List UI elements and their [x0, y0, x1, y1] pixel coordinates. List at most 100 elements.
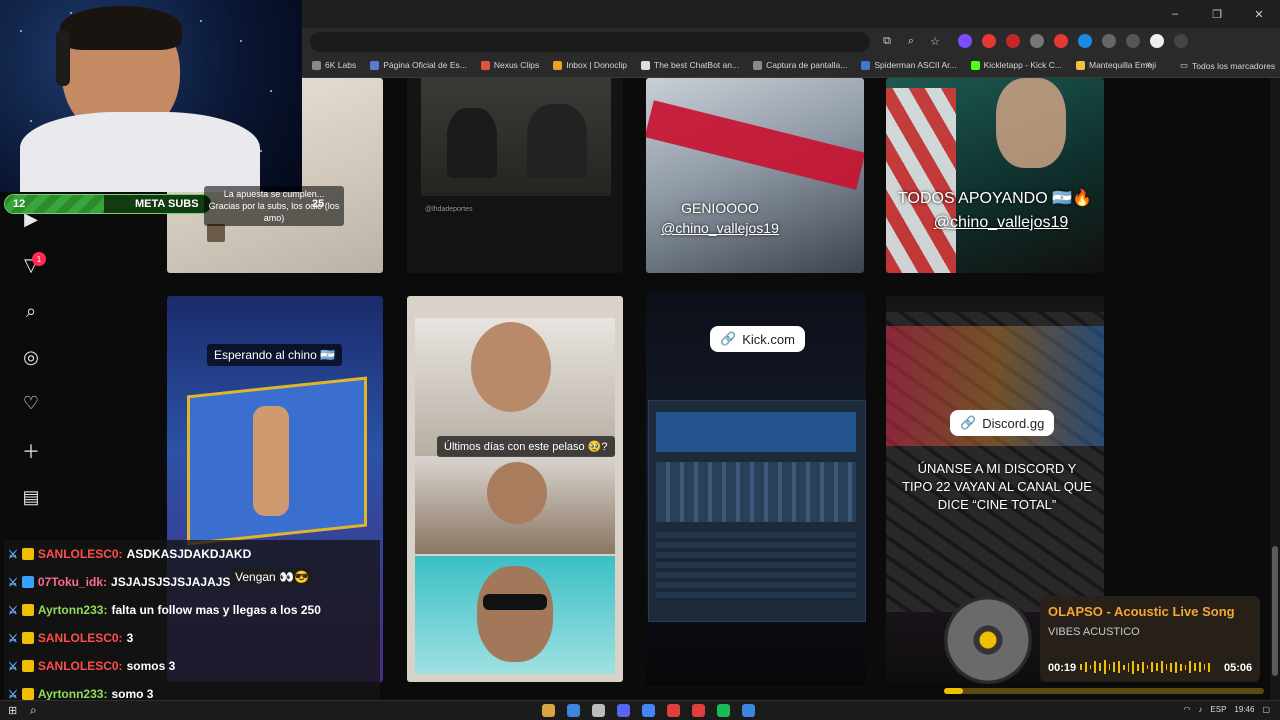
search-nav-icon[interactable]: ⌕: [20, 300, 42, 322]
chat-message: ⚔ SANLOLESC0: 3: [4, 624, 380, 652]
extension-icon[interactable]: [1150, 34, 1164, 48]
video-tile[interactable]: @lhdadeportes: [407, 78, 623, 273]
extension-icon[interactable]: [982, 34, 996, 48]
extension-icon[interactable]: [1078, 34, 1092, 48]
video-tile[interactable]: TODOS APOYANDO 🇦🇷🔥 @chino_vallejos19: [886, 78, 1104, 273]
bookmark-favicon-icon: [970, 60, 980, 70]
extension-icon[interactable]: [958, 34, 972, 48]
video-tile[interactable]: 🔗 Kick.com: [646, 292, 866, 686]
address-field[interactable]: [310, 32, 870, 52]
video-tile[interactable]: Últimos días con este pelaso 🥹?: [407, 296, 623, 682]
sword-badge-icon: ⚔: [8, 688, 18, 701]
headset-icon: [56, 30, 70, 86]
chat-side-text: Vengan 👀😎: [230, 568, 314, 586]
music-widget: OLAPSO - Acoustic Live Song VIBES ACUSTI…: [944, 592, 1264, 696]
windows-start-icon[interactable]: ⊞: [8, 704, 17, 717]
taskbar-app-icon[interactable]: [667, 704, 680, 717]
bookmark-item[interactable]: Página Oficial de Es...: [370, 60, 467, 70]
taskbar-app-icon[interactable]: [642, 704, 655, 717]
bookmark-favicon-icon: [312, 60, 321, 70]
taskbar-app-icon[interactable]: [692, 704, 705, 717]
taskbar-app-icon[interactable]: [567, 704, 580, 717]
extension-icon[interactable]: [1030, 34, 1044, 48]
likes-nav-icon[interactable]: ♡: [20, 392, 42, 414]
chat-username[interactable]: SANLOLESC0:: [38, 631, 123, 645]
language-indicator[interactable]: ESP: [1210, 705, 1226, 714]
taskbar-app-icon[interactable]: [542, 704, 555, 717]
chat-text: 3: [126, 631, 134, 645]
wifi-icon[interactable]: ◠: [1183, 705, 1190, 714]
song-progress-fill: [944, 688, 964, 694]
restore-button[interactable]: ❐: [1196, 0, 1238, 28]
video-caption: Esperando al chino 🇦🇷: [207, 344, 343, 366]
chat-text: somos 3: [126, 659, 176, 673]
bookmark-item[interactable]: The best ChatBot an...: [641, 60, 739, 70]
bookmark-item[interactable]: Nexus Clips: [480, 60, 540, 70]
bookmark-item[interactable]: Kickletapp - Kick C...: [970, 60, 1062, 70]
link-icon: 🔗: [960, 415, 977, 430]
song-elapsed: 00:19: [1048, 662, 1077, 674]
extension-icon[interactable]: [1006, 34, 1020, 48]
close-button[interactable]: ✕: [1238, 0, 1280, 28]
video-caption: Últimos días con este pelaso 🥹?: [437, 436, 615, 457]
song-progress: [944, 688, 1264, 694]
bookmark-label: Nexus Clips: [493, 60, 540, 70]
analytics-nav-icon[interactable]: ▤: [20, 486, 42, 508]
bookmark-star-icon[interactable]: ☆: [928, 34, 942, 48]
taskbar-app-icon[interactable]: [742, 704, 755, 717]
zoom-icon[interactable]: ⌕: [904, 34, 918, 48]
music-card: OLAPSO - Acoustic Live Song VIBES ACUSTI…: [1040, 596, 1260, 682]
sword-badge-icon: ⚔: [8, 548, 18, 561]
bookmark-label: The best ChatBot an...: [654, 60, 740, 70]
extension-icon[interactable]: [1102, 34, 1116, 48]
sword-badge-icon: ⚔: [8, 632, 18, 645]
bookmark-favicon-icon: [370, 60, 380, 70]
explore-nav-icon[interactable]: ◎: [20, 346, 42, 368]
bookmark-favicon-icon: [1076, 60, 1085, 70]
sword-badge-icon: ⚔: [8, 604, 18, 617]
clock[interactable]: 19:46: [1234, 705, 1254, 714]
chat-message: ⚔ SANLOLESC0: somos 3: [4, 652, 380, 680]
video-credit: @lhdadeportes: [425, 206, 473, 213]
add-nav-icon[interactable]: ＋: [20, 440, 42, 462]
taskbar-search-icon[interactable]: ⌕: [30, 703, 37, 718]
all-bookmarks-button[interactable]: ▭ Todos los marcadores: [1180, 60, 1275, 71]
chat-username[interactable]: SANLOLESC0:: [38, 547, 123, 561]
video-tile[interactable]: GENIOOOO @chino_vallejos19: [646, 78, 864, 273]
bookmark-item[interactable]: Captura de pantalla...: [753, 60, 847, 70]
notifications-icon[interactable]: ▢: [1262, 705, 1270, 714]
scrollbar-thumb[interactable]: [1272, 546, 1278, 676]
kick-link[interactable]: 🔗 Kick.com: [710, 326, 805, 352]
bookmark-label: Inbox | Donoclip: [566, 60, 628, 70]
sword-badge-icon: ⚔: [8, 576, 18, 589]
page-scrollbar[interactable]: [1270, 78, 1280, 700]
folder-icon: ▭: [1180, 60, 1189, 70]
bookmark-item[interactable]: Mantequilla Emoji: [1076, 60, 1156, 70]
chat-username[interactable]: SANLOLESC0:: [38, 659, 123, 673]
stream-chat: ⚔ SANLOLESC0: ASDKASJDAKDJAKD ⚔ 07Toku_idk: J…: [4, 540, 380, 708]
extension-icon[interactable]: [1126, 34, 1140, 48]
taskbar-app-icon[interactable]: [617, 704, 630, 717]
badge-icon: [21, 604, 34, 616]
chat-username[interactable]: 07Toku_idk:: [38, 575, 107, 589]
volume-icon[interactable]: ♪: [1198, 705, 1202, 714]
extensions-puzzle-icon[interactable]: [1174, 34, 1188, 48]
badge-icon: [21, 688, 34, 700]
chat-username[interactable]: Ayrtonn233:: [38, 687, 108, 701]
bookmark-favicon-icon: [861, 60, 871, 70]
minimize-button[interactable]: –: [1154, 0, 1196, 28]
window-controls: – ❐ ✕: [1154, 0, 1280, 28]
screenshot-icon[interactable]: ⧉: [880, 34, 894, 48]
bookmark-item[interactable]: Inbox | Donoclip: [553, 60, 627, 70]
taskbar-app-icon[interactable]: [592, 704, 605, 717]
bookmark-label: Spiderman ASCII Ar...: [874, 60, 957, 70]
bookmark-item[interactable]: Spiderman ASCII Ar...: [861, 60, 957, 70]
chat-username[interactable]: Ayrtonn233:: [38, 603, 108, 617]
bookmarks-more-button[interactable]: »: [1146, 59, 1152, 70]
bookmark-label: Página Oficial de Es...: [383, 60, 467, 70]
taskbar-app-icon[interactable]: [717, 704, 730, 717]
extension-icon[interactable]: [1054, 34, 1068, 48]
discord-link[interactable]: 🔗 Discord.gg: [950, 410, 1055, 436]
chat-message: ⚔ SANLOLESC0: ASDKASJDAKDJAKD: [4, 540, 380, 568]
bookmark-item[interactable]: 6K Labs: [312, 60, 356, 70]
